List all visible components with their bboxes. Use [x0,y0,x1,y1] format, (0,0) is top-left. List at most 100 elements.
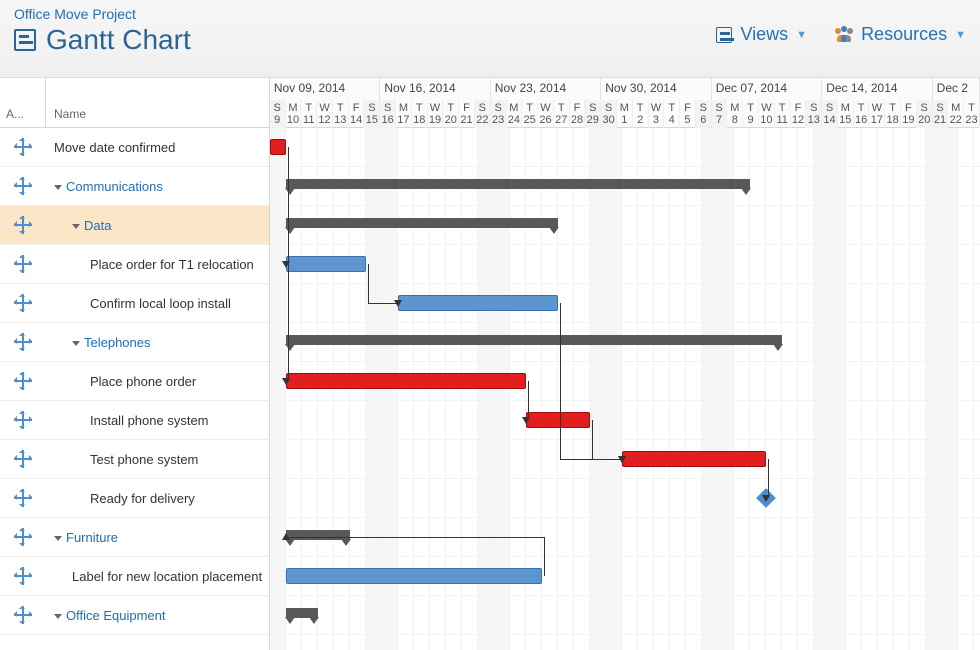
app-header: Office Move Project Gantt Chart Views ▼ … [0,0,980,78]
drag-handle[interactable] [0,294,46,312]
task-bar[interactable] [622,451,766,467]
day-header: T27 [554,100,570,128]
task-row[interactable]: Office Equipment [0,596,269,635]
day-header: S30 [601,100,617,128]
task-bar[interactable] [398,295,558,311]
move-icon [14,138,32,156]
summary-bar[interactable] [286,530,350,540]
drag-handle[interactable] [0,528,46,546]
task-table-header: A... Name [0,78,269,128]
task-row[interactable]: Install phone system [0,401,269,440]
move-icon [14,372,32,390]
task-row[interactable]: Communications [0,167,269,206]
day-header: S20 [917,100,933,128]
week-header: Dec 07, 2014 [712,78,822,100]
day-header: S29 [585,100,601,128]
move-icon [14,489,32,507]
timeline-header: Nov 09, 2014Nov 16, 2014Nov 23, 2014Nov … [270,78,980,128]
collapse-icon[interactable] [54,185,62,190]
gantt-chart[interactable]: Nov 09, 2014Nov 16, 2014Nov 23, 2014Nov … [270,78,980,650]
day-header: W19 [428,100,444,128]
day-header: T11 [301,100,317,128]
resources-menu[interactable]: Resources ▼ [835,24,966,45]
task-row[interactable]: Data [0,206,269,245]
drag-handle[interactable] [0,489,46,507]
week-header: Nov 16, 2014 [380,78,490,100]
summary-bar[interactable] [286,608,318,618]
project-title[interactable]: Office Move Project [14,6,191,22]
drag-handle[interactable] [0,567,46,585]
collapse-icon[interactable] [72,341,80,346]
task-row[interactable]: Test phone system [0,440,269,479]
task-name[interactable]: Furniture [46,530,269,545]
day-header: T18 [412,100,428,128]
task-name[interactable]: Communications [46,179,269,194]
col-name[interactable]: Name [46,78,269,127]
col-actions[interactable]: A... [0,78,46,127]
drag-handle[interactable] [0,255,46,273]
task-bar[interactable] [270,139,286,155]
drag-handle[interactable] [0,450,46,468]
day-header: S22 [475,100,491,128]
day-header: M17 [396,100,412,128]
task-row[interactable]: Place order for T1 relocation [0,245,269,284]
task-row[interactable]: Place phone order [0,362,269,401]
task-row[interactable]: Telephones [0,323,269,362]
drag-handle[interactable] [0,216,46,234]
day-header: W10 [759,100,775,128]
move-icon [14,567,32,585]
drag-handle[interactable] [0,138,46,156]
collapse-icon[interactable] [54,614,62,619]
collapse-icon[interactable] [54,536,62,541]
task-row[interactable]: Label for new location placement [0,557,269,596]
task-row[interactable]: Confirm local loop install [0,284,269,323]
drag-handle[interactable] [0,372,46,390]
task-name[interactable]: Office Equipment [46,608,269,623]
task-bar[interactable] [286,256,366,272]
views-label: Views [740,24,788,45]
week-header: Nov 30, 2014 [601,78,711,100]
move-icon [14,333,32,351]
task-bar[interactable] [286,373,526,389]
move-icon [14,294,32,312]
summary-bar[interactable] [286,335,782,345]
task-name[interactable]: Telephones [46,335,269,350]
task-name: Label for new location placement [46,569,269,584]
task-name[interactable]: Data [46,218,269,233]
task-row[interactable]: Ready for delivery [0,479,269,518]
day-header: F14 [349,100,365,128]
drag-handle[interactable] [0,606,46,624]
day-header: W12 [317,100,333,128]
drag-handle[interactable] [0,411,46,429]
summary-bar[interactable] [286,179,750,189]
task-table: A... Name Move date confirmed Communicati… [0,78,270,650]
day-header: F28 [570,100,586,128]
task-name: Install phone system [46,413,269,428]
day-header: S16 [380,100,396,128]
summary-bar[interactable] [286,218,558,228]
day-header: F5 [680,100,696,128]
day-header: M10 [286,100,302,128]
chevron-down-icon: ▼ [955,29,966,41]
task-bar[interactable] [286,568,542,584]
drag-handle[interactable] [0,333,46,351]
day-header: F12 [791,100,807,128]
move-icon [14,255,32,273]
collapse-icon[interactable] [72,224,80,229]
day-header: S7 [712,100,728,128]
day-header: M1 [617,100,633,128]
task-row[interactable]: Move date confirmed [0,128,269,167]
task-bar[interactable] [526,412,590,428]
day-header: S21 [933,100,949,128]
move-icon [14,216,32,234]
day-header: T23 [964,100,980,128]
day-header: W3 [649,100,665,128]
move-icon [14,450,32,468]
task-name: Confirm local loop install [46,296,269,311]
day-header: T2 [633,100,649,128]
day-header: S23 [491,100,507,128]
task-row[interactable]: Furniture [0,518,269,557]
drag-handle[interactable] [0,177,46,195]
task-name: Place order for T1 relocation [46,257,269,272]
views-menu[interactable]: Views ▼ [716,24,807,45]
